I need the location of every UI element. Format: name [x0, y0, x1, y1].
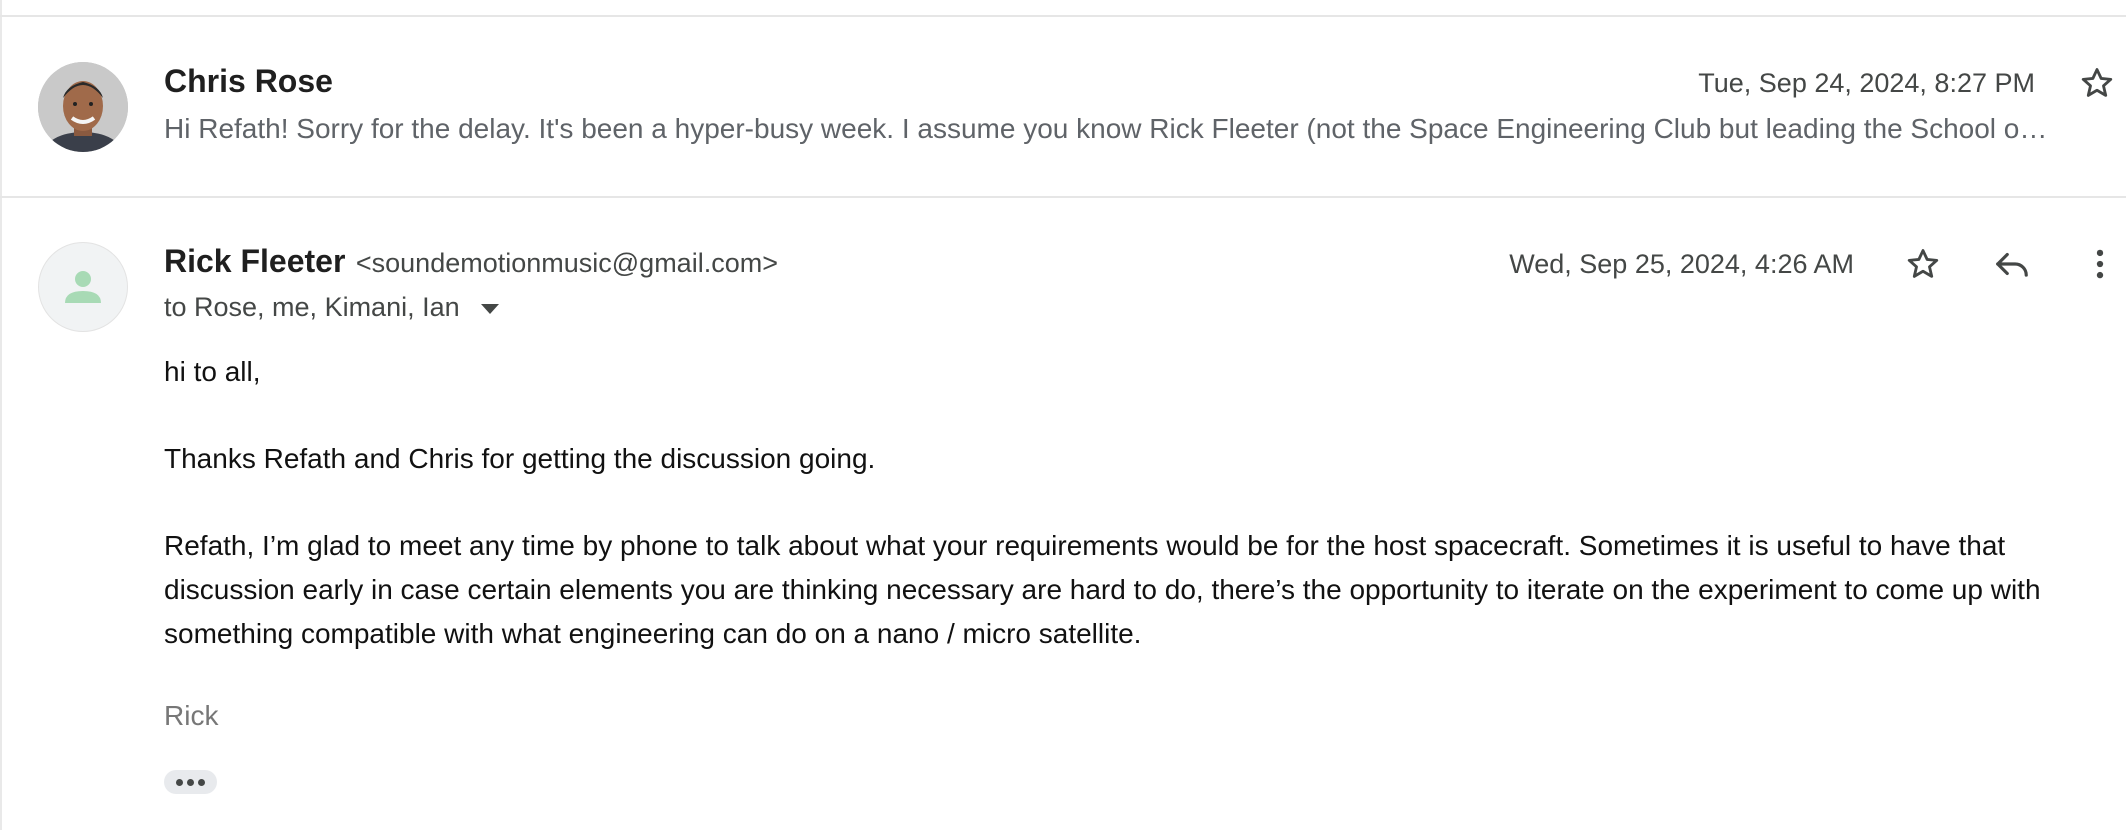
caret-down-icon[interactable]: [481, 303, 500, 314]
message-paragraph: Thanks Refath and Chris for getting the …: [164, 443, 876, 474]
star-icon[interactable]: [2078, 64, 2116, 102]
sender-avatar-photo: [38, 62, 128, 152]
ellipsis-icon: [187, 778, 194, 786]
expanded-sender-name: Rick Fleeter: [164, 243, 346, 279]
person-icon: [38, 242, 128, 332]
collapsed-message-date: Tue, Sep 24, 2024, 8:27 PM: [1698, 68, 2035, 98]
recipients-list: to Rose, me, Kimani, Ian: [164, 292, 460, 322]
reply-icon[interactable]: [1988, 240, 2036, 288]
message-paragraph: Refath, I’m glad to meet any time by pho…: [164, 530, 2041, 649]
expanded-sender-email: <soundemotionmusic@gmail.com>: [355, 248, 778, 278]
message-signature: Rick: [164, 700, 219, 731]
ellipsis-icon: [198, 778, 205, 786]
ellipsis-icon: [176, 778, 183, 786]
message-greeting: hi to all,: [164, 356, 261, 387]
show-trimmed-content-button[interactable]: [164, 770, 217, 794]
more-vertical-icon[interactable]: [2076, 240, 2124, 288]
expanded-message-date: Wed, Sep 25, 2024, 4:26 AM: [1509, 249, 1854, 279]
collapsed-message-snippet: Hi Refath! Sorry for the delay. It's bee…: [164, 113, 2048, 144]
collapsed-sender-name: Chris Rose: [164, 63, 333, 99]
collapsed-message[interactable]: [0, 17, 2126, 196]
recipients-details-toggle[interactable]: to Rose, me, Kimani, Ian: [164, 292, 500, 323]
star-icon[interactable]: [1899, 240, 1947, 288]
message-divider: [0, 196, 2126, 198]
expanded-sender: Rick Fleeter <soundemotionmusic@gmail.co…: [164, 243, 778, 280]
